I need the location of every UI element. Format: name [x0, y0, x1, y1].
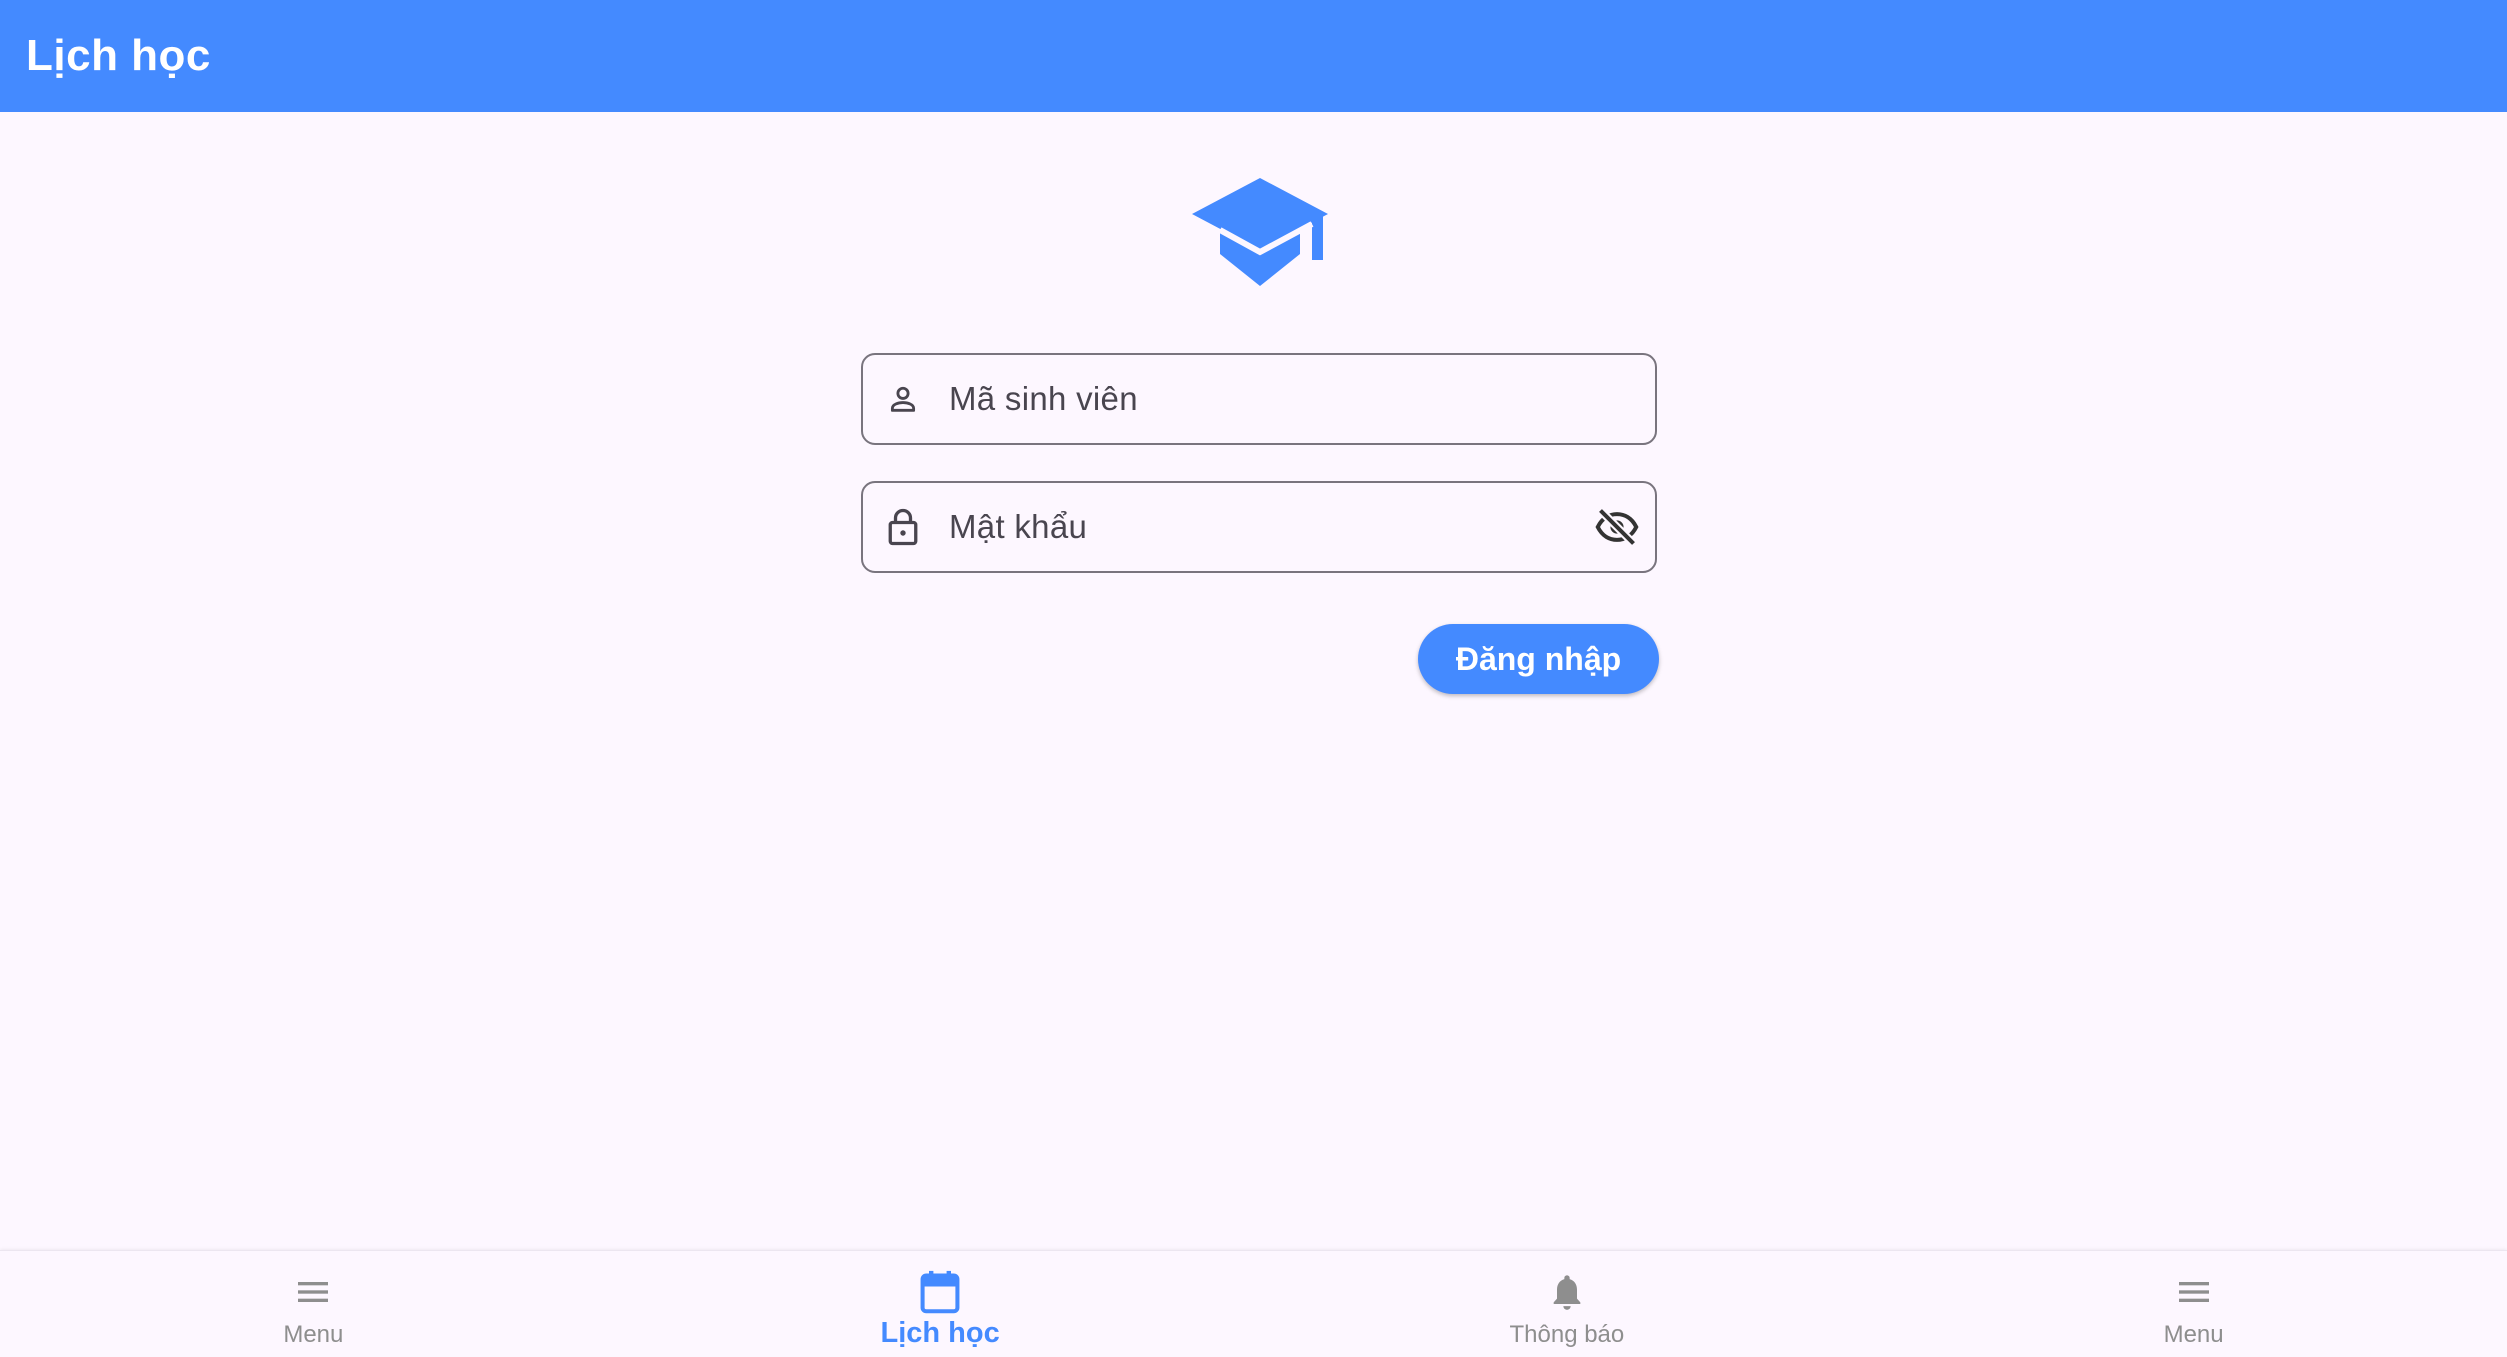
menu-icon: [2171, 1269, 2217, 1315]
student-id-placeholder: Mã sinh viên: [949, 380, 1138, 417]
nav-label: Menu: [283, 1321, 344, 1348]
nav-label: Thông báo: [1509, 1321, 1625, 1348]
nav-item-menu-left[interactable]: Menu: [0, 1251, 627, 1357]
person-icon: [883, 379, 923, 419]
nav-item-schedule[interactable]: Lịch học: [627, 1251, 1254, 1357]
bottom-navigation: Menu Lịch học Thông báo Menu: [0, 1250, 2507, 1357]
student-id-field[interactable]: Mã sinh viên: [861, 353, 1657, 445]
nav-item-notifications[interactable]: Thông báo: [1254, 1251, 1881, 1357]
app-root: Lịch học Mã sinh viên Mật khẩu Đăng nhập…: [0, 0, 2507, 1357]
lock-icon: [883, 507, 923, 547]
page-title: Lịch học: [26, 31, 211, 80]
graduation-cap-icon: [1190, 172, 1330, 292]
nav-label: Menu: [2163, 1321, 2224, 1348]
menu-icon: [290, 1269, 336, 1315]
password-placeholder: Mật khẩu: [949, 508, 1088, 545]
login-button[interactable]: Đăng nhập: [1418, 624, 1659, 694]
bell-icon: [1544, 1269, 1590, 1315]
visibility-off-icon[interactable]: [1593, 503, 1641, 551]
nav-label: Lịch học: [880, 1317, 1000, 1349]
calendar-icon: [917, 1269, 963, 1315]
nav-item-menu-right[interactable]: Menu: [1880, 1251, 2507, 1357]
password-field[interactable]: Mật khẩu: [861, 481, 1657, 573]
app-bar: Lịch học: [0, 0, 2507, 112]
